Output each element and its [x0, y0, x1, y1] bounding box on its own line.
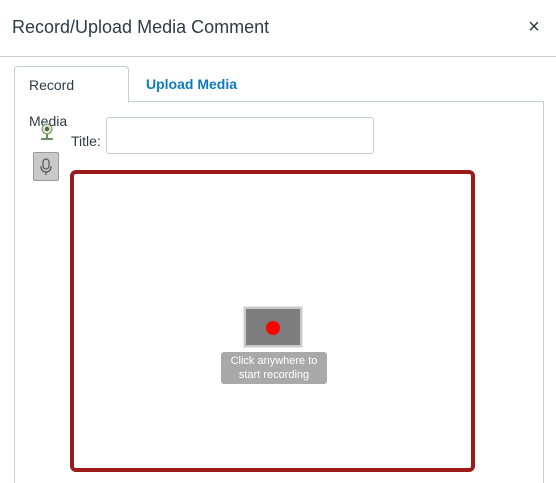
microphone-icon	[40, 158, 52, 175]
webcam-icon[interactable]	[39, 123, 55, 143]
record-dot-icon	[266, 321, 280, 335]
title-label: Title:	[71, 133, 101, 149]
record-hint-line2: start recording	[238, 369, 310, 381]
title-input[interactable]	[106, 117, 374, 154]
record-hint-line1: Click anywhere to	[230, 355, 318, 367]
dialog-title: Record/Upload Media Comment	[12, 17, 270, 37]
tab-upload-media[interactable]: Upload Media	[132, 66, 251, 102]
close-icon[interactable]: ×	[526, 16, 542, 38]
record-button[interactable]	[244, 307, 302, 347]
record-hint-tooltip: Click anywhere to start recording	[221, 352, 327, 384]
microphone-button[interactable]	[33, 152, 59, 181]
dialog-titlebar: Record/Upload Media Comment ×	[0, 0, 556, 57]
media-tabs: Record Media Upload Media Title: Click a…	[14, 66, 544, 483]
media-comment-dialog: Record/Upload Media Comment × Record Med…	[0, 0, 556, 483]
recording-area[interactable]: Click anywhere to start recording	[70, 170, 475, 472]
tab-record-media[interactable]: Record Media	[14, 66, 129, 129]
record-media-panel: Title: Click anywhere to start recording	[14, 102, 544, 483]
tab-strip: Record Media Upload Media	[14, 66, 544, 129]
